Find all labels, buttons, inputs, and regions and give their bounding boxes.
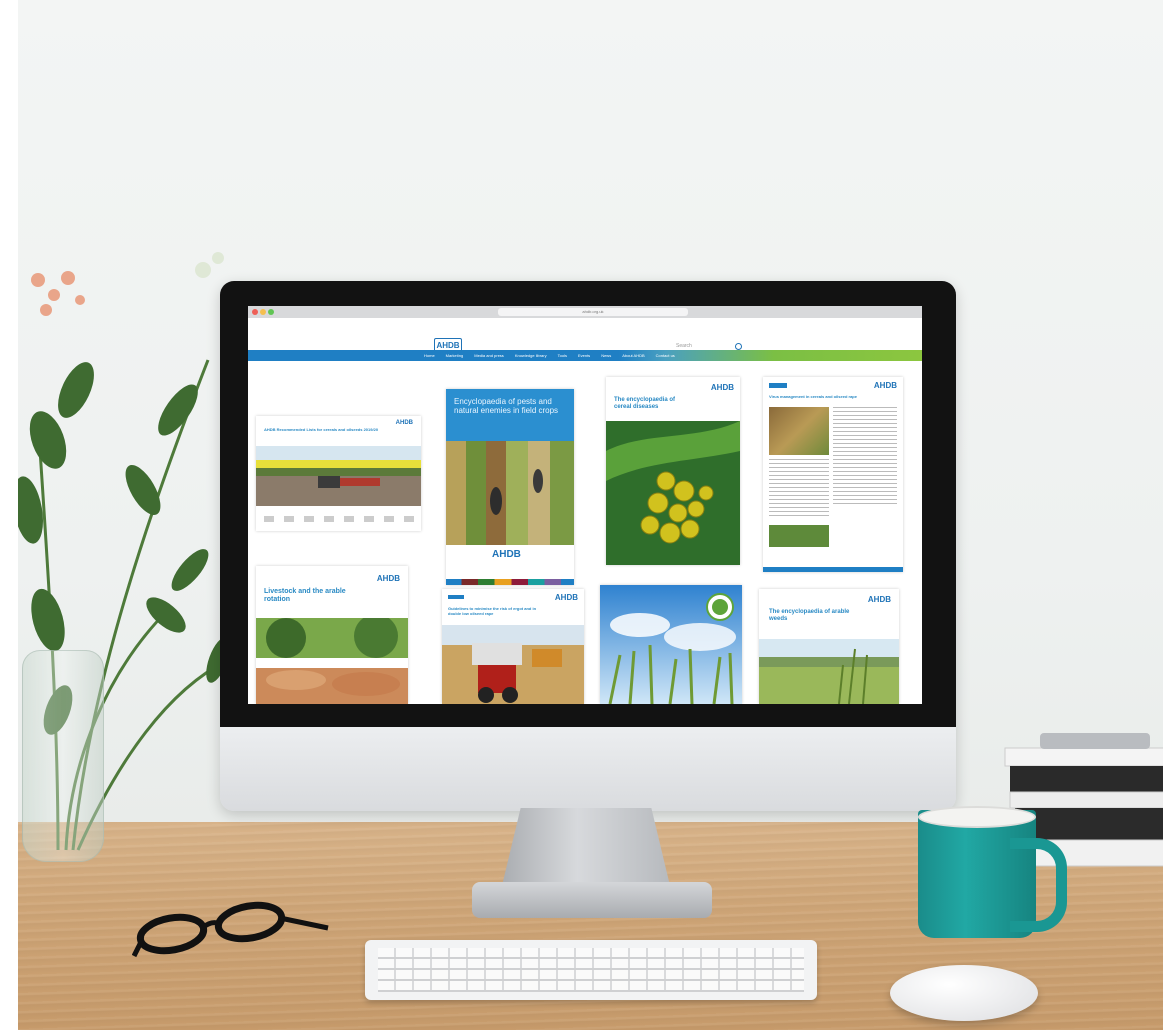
publication-card[interactable]: The encyclopaedia of cereal diseases AHD… xyxy=(606,377,740,565)
nav-item-media[interactable]: Media and press xyxy=(474,350,504,361)
nav-item-about[interactable]: About AHDB xyxy=(622,350,644,361)
cover-header: Encyclopaedia of pests and natural enemi… xyxy=(446,389,574,441)
ahdb-tag: AHDB xyxy=(867,595,891,604)
partner-logos xyxy=(264,516,414,522)
publication-card[interactable] xyxy=(600,585,742,704)
ahdb-tag: AHDB xyxy=(395,420,413,426)
site-header: AHDB Search xyxy=(248,318,922,354)
nav-item-news[interactable]: News xyxy=(601,350,611,361)
monitor-stand-base xyxy=(472,882,712,918)
ahdb-tag: AHDB xyxy=(492,549,521,560)
card-title: Guidelines to minimise the risk of ergot… xyxy=(448,606,537,616)
color-strip xyxy=(446,579,574,585)
ahdb-tag: AHDB xyxy=(873,381,897,390)
mouse xyxy=(890,965,1038,1021)
article-text xyxy=(833,407,897,507)
nav-item-knowledge-library[interactable]: Knowledge library xyxy=(515,350,547,361)
minimize-window-icon[interactable] xyxy=(260,309,266,315)
publication-card[interactable]: AHDB AHDB Recommended Lists for cereals … xyxy=(256,416,421,531)
fungal-spores-image xyxy=(606,421,740,565)
ahdb-tag: AHDB xyxy=(710,383,734,392)
tractor-field-photo xyxy=(256,446,421,506)
publications-grid: AHDB AHDB Recommended Lists for cereals … xyxy=(248,361,922,704)
browser-window: ahdb.org.uk AHDB Search Home Marketing M… xyxy=(248,306,922,704)
card-title: The encyclopaedia of cereal diseases xyxy=(614,397,676,410)
close-window-icon[interactable] xyxy=(252,309,258,315)
leaf-photo xyxy=(769,407,829,455)
insects-collage xyxy=(446,441,574,545)
article-text xyxy=(769,459,829,519)
arable-field-photo xyxy=(759,639,899,704)
address-bar[interactable]: ahdb.org.uk xyxy=(498,308,688,316)
card-title: The encyclopaedia of arable weeds xyxy=(769,609,850,622)
search-icon[interactable] xyxy=(735,343,742,350)
glass-vase xyxy=(22,650,104,862)
publication-card[interactable]: AHDB Livestock and the arable rotation xyxy=(256,566,408,704)
ahdb-tag: AHDB xyxy=(376,574,400,583)
main-nav: Home Marketing Media and press Knowledge… xyxy=(248,350,922,361)
nav-item-marketing[interactable]: Marketing xyxy=(446,350,464,361)
nav-item-contact[interactable]: Contact us xyxy=(656,350,675,361)
nav-item-events[interactable]: Events xyxy=(578,350,590,361)
card-title: Virus management in cereals and oilseed … xyxy=(769,394,857,399)
maximize-window-icon[interactable] xyxy=(268,309,274,315)
card-title: Livestock and the arable rotation xyxy=(264,588,346,604)
publication-card[interactable]: AHDB The encyclopaedia of arable weeds xyxy=(759,589,899,704)
mug-rim xyxy=(918,806,1036,828)
nav-item-home[interactable]: Home xyxy=(424,350,435,361)
category-badge xyxy=(769,383,787,388)
search-placeholder: Search xyxy=(676,343,692,349)
publication-card[interactable]: Encyclopaedia of pests and natural enemi… xyxy=(446,389,574,585)
card-title: Encyclopaedia of pests and natural enemi… xyxy=(454,397,559,416)
keyboard-rows xyxy=(378,948,804,992)
category-badge xyxy=(448,595,464,599)
nav-item-tools[interactable]: Tools xyxy=(558,350,567,361)
publication-card[interactable]: AHDB Guidelines to minimise the risk of … xyxy=(442,589,584,704)
card-title: AHDB Recommended Lists for cereals and o… xyxy=(264,427,379,432)
footer-strip xyxy=(763,567,903,572)
ahdb-tag: AHDB xyxy=(554,593,578,602)
cattle-field-photo xyxy=(256,618,408,704)
wheat-sky-photo xyxy=(600,585,742,704)
publication-card[interactable]: AHDB Virus management in cereals and oil… xyxy=(763,377,903,572)
combine-harvester-photo xyxy=(442,625,584,704)
eyeglasses xyxy=(132,901,329,958)
mug-handle xyxy=(1010,838,1067,932)
field-photo xyxy=(769,525,829,547)
monitor-chin xyxy=(220,727,956,811)
